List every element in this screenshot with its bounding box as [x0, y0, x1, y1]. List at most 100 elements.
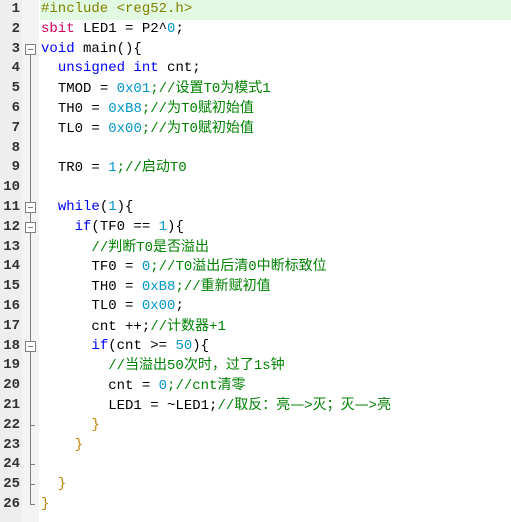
- code-text[interactable]: if(cnt >= 50){: [40, 337, 511, 357]
- identifier: TL0 =: [91, 297, 142, 314]
- fold-collapse-icon[interactable]: [22, 40, 39, 60]
- code-line[interactable]: 16 TL0 = 0x00;: [0, 296, 511, 317]
- code-line[interactable]: 11 while(1){: [0, 197, 511, 218]
- code-text[interactable]: [40, 139, 511, 159]
- fold-guide: [22, 316, 39, 337]
- code-line[interactable]: 26}: [0, 494, 511, 515]
- code-line[interactable]: 12 if(TF0 == 1){: [0, 217, 511, 238]
- code-line[interactable]: 4 unsigned int cnt;: [0, 59, 511, 80]
- minus-icon[interactable]: [25, 221, 36, 233]
- code-text[interactable]: while(1){: [40, 198, 511, 218]
- code-text[interactable]: //判断T0是否溢出: [40, 238, 511, 258]
- code-text[interactable]: cnt ++;//计数器+1: [40, 317, 511, 337]
- line-number: 5: [11, 80, 20, 97]
- number-literal: 0xB8: [108, 100, 142, 117]
- code-line[interactable]: 17 cnt ++;//计数器+1: [0, 316, 511, 337]
- comment: ;//为T0赋初始值: [141, 99, 254, 117]
- code-text[interactable]: if(TF0 == 1){: [40, 218, 511, 238]
- code-line[interactable]: 23 }: [0, 435, 511, 456]
- code-line[interactable]: 14 TF0 = 0;//T0溢出后清0中断标致位: [0, 257, 511, 278]
- keyword-sbit: sbit: [41, 20, 75, 37]
- code-text[interactable]: #include <reg52.h>: [40, 0, 511, 20]
- minus-icon[interactable]: [25, 43, 36, 55]
- comment: ;//设置T0为模式1: [150, 80, 271, 98]
- code-line[interactable]: 20 cnt = 0;//cnt清零: [0, 376, 511, 396]
- identifier: ){: [192, 337, 210, 354]
- fold-end-tick: [30, 424, 35, 426]
- code-text[interactable]: TL0 = 0x00;//为T0赋初始值: [40, 119, 511, 139]
- code-line[interactable]: 13 //判断T0是否溢出: [0, 237, 511, 258]
- fold-collapse-icon[interactable]: [22, 217, 39, 238]
- fold-guide: [22, 237, 39, 258]
- fold-guide-line: [30, 316, 31, 337]
- code-line[interactable]: 19 //当溢出50次时，过了1s钟: [0, 356, 511, 377]
- code-line[interactable]: 5 TMOD = 0x01;//设置T0为模式1: [0, 79, 511, 99]
- code-line[interactable]: 8: [0, 138, 511, 159]
- code-text[interactable]: TF0 = 0;//T0溢出后清0中断标致位: [40, 257, 511, 277]
- code-text[interactable]: [40, 455, 511, 475]
- code-line[interactable]: 18 if(cnt >= 50){: [0, 336, 511, 357]
- code-text[interactable]: //当溢出50次时，过了1s钟: [40, 356, 511, 376]
- number-literal: 0x00: [141, 297, 176, 314]
- code-line[interactable]: 9 TR0 = 1;//启动T0: [0, 158, 511, 179]
- code-text[interactable]: [40, 178, 511, 198]
- code-line[interactable]: 22 }: [0, 415, 511, 436]
- fold-guide-line: [30, 296, 31, 317]
- code-text[interactable]: }: [40, 495, 511, 515]
- fold-guide-line: [30, 98, 31, 119]
- line-number: 14: [3, 258, 20, 275]
- code-text[interactable]: }: [40, 416, 511, 436]
- identifier: cnt;: [158, 60, 201, 77]
- code-line[interactable]: 6 TH0 = 0xB8;//为T0赋初始值: [0, 98, 511, 119]
- code-line[interactable]: 1 #include <reg52.h>: [0, 0, 511, 20]
- fold-guide: [22, 118, 39, 139]
- line-number: 21: [3, 396, 20, 413]
- minus-icon[interactable]: [25, 201, 36, 213]
- code-line[interactable]: 21 LED1 = ~LED1;//取反：亮—>灭；灭—>亮: [0, 395, 511, 416]
- code-text[interactable]: TH0 = 0xB8;//为T0赋初始值: [40, 99, 511, 119]
- line-number: 22: [3, 416, 20, 433]
- code-text[interactable]: }: [40, 436, 511, 456]
- code-text[interactable]: LED1 = ~LED1;//取反：亮—>灭；灭—>亮: [40, 396, 511, 416]
- code-line[interactable]: 25 }: [0, 475, 511, 495]
- line-number: 17: [3, 317, 20, 334]
- code-line[interactable]: 2 sbit LED1 = P2^0;: [0, 20, 511, 40]
- keyword: unsigned int: [57, 60, 159, 77]
- code-text[interactable]: TMOD = 0x01;//设置T0为模式1: [40, 79, 511, 99]
- code-text[interactable]: TH0 = 0xB8;//重新赋初值: [40, 277, 511, 297]
- code-text[interactable]: TR0 = 1;//启动T0: [40, 158, 511, 178]
- code-line[interactable]: 15 TH0 = 0xB8;//重新赋初值: [0, 277, 511, 297]
- line-number: 16: [3, 297, 20, 314]
- fold-collapse-icon[interactable]: [22, 197, 39, 218]
- fold-guide: [22, 376, 39, 396]
- code-line[interactable]: 10: [0, 178, 511, 198]
- code-text[interactable]: unsigned int cnt;: [40, 59, 511, 79]
- code-text[interactable]: }: [40, 475, 511, 495]
- code-text[interactable]: void main(){: [40, 40, 511, 60]
- fold-end-marker: [22, 455, 39, 476]
- keyword: if: [74, 218, 92, 235]
- comment: ;//cnt清零: [167, 377, 246, 395]
- number-literal: 50: [175, 337, 193, 354]
- code-text[interactable]: cnt = 0;//cnt清零: [40, 376, 511, 396]
- fold-guide: [22, 257, 39, 278]
- minus-icon[interactable]: [25, 340, 36, 352]
- code-line[interactable]: 3 void main(){: [0, 40, 511, 60]
- identifier: LED1 = P2^: [74, 20, 168, 37]
- fold-guide: [22, 98, 39, 119]
- code-editor[interactable]: 1 #include <reg52.h> 2 sbit LED1 = P2^0; 3 vo…: [0, 0, 511, 522]
- code-line[interactable]: 24: [0, 455, 511, 476]
- fold-collapse-icon[interactable]: [22, 336, 39, 357]
- fold-empty: [22, 0, 39, 20]
- line-number: 10: [3, 179, 20, 196]
- closing-brace: }: [57, 476, 67, 493]
- number-literal: 1: [158, 218, 168, 235]
- number-literal: 0: [141, 259, 151, 276]
- code-text[interactable]: sbit LED1 = P2^0;: [40, 20, 511, 40]
- code-line[interactable]: 7 TL0 = 0x00;//为T0赋初始值: [0, 118, 511, 139]
- code-text[interactable]: TL0 = 0x00;: [40, 297, 511, 317]
